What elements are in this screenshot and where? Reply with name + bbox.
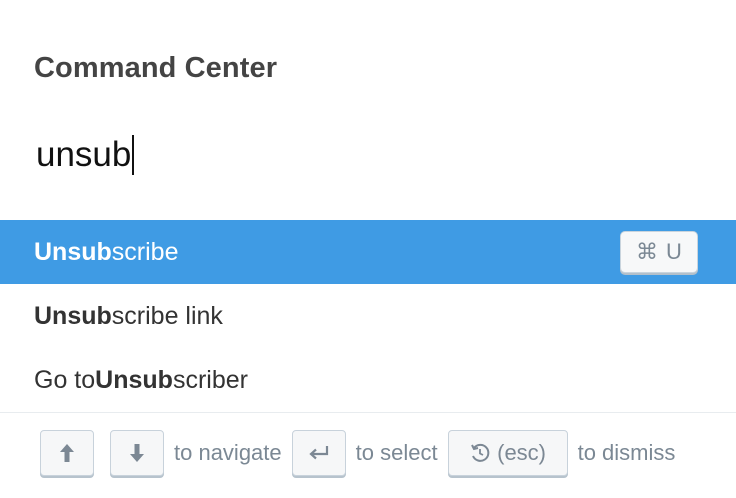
result-match: Unsub: [34, 301, 112, 330]
keyboard-hints-footer: to navigate to select (esc) to dismiss: [0, 412, 736, 498]
search-input[interactable]: unsub: [36, 132, 135, 178]
result-match: Unsub: [95, 365, 173, 394]
down-key: [110, 430, 164, 476]
dismiss-hint: to dismiss: [577, 440, 676, 465]
text-caret: [132, 135, 135, 175]
result-go-to-unsubscriber[interactable]: Go to Unsub scriber: [0, 348, 736, 412]
search-input-value: unsub: [36, 135, 132, 174]
return-icon: [308, 446, 328, 460]
arrow-up-icon: [60, 444, 74, 462]
shortcut-key: U: [666, 239, 682, 264]
result-suffix: scribe link: [111, 301, 223, 330]
page-title: Command Center: [34, 52, 278, 84]
shortcut-badge: ⌘ U: [620, 231, 698, 273]
select-hint: to select: [355, 440, 438, 465]
arrow-down-icon: [130, 444, 144, 462]
esc-key: (esc): [447, 430, 568, 476]
result-suffix: scribe: [111, 237, 179, 266]
result-unsubscribe-link[interactable]: Unsub scribe link: [0, 284, 736, 348]
results-list: Unsub scribe ⌘ U Unsub scribe link Go to U…: [0, 220, 736, 412]
result-unsubscribe[interactable]: Unsub scribe ⌘ U: [0, 220, 736, 284]
esc-label: (esc): [497, 440, 547, 465]
result-match: Unsub: [34, 237, 112, 266]
result-suffix: scriber: [172, 365, 248, 394]
result-prefix: Go to: [34, 365, 96, 394]
command-icon: ⌘: [636, 239, 659, 264]
navigate-hint: to navigate: [174, 440, 282, 465]
undo-icon: [471, 443, 490, 462]
enter-key: [291, 430, 346, 476]
up-key: [40, 430, 94, 476]
